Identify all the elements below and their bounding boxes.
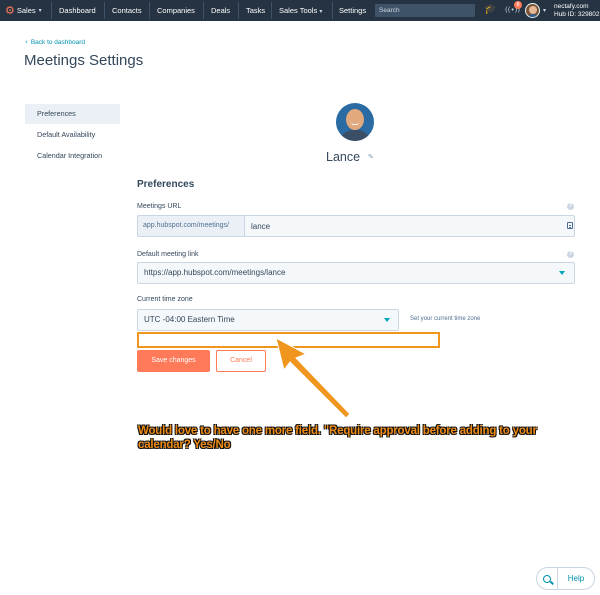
annotation-arrow-shape — [275, 337, 351, 419]
annotation-text: Would love to have one more field. "Requ… — [138, 425, 537, 451]
help-widget[interactable]: Help — [536, 567, 595, 590]
help-label[interactable]: Help — [558, 574, 594, 583]
annotation-arrow — [275, 337, 351, 419]
search-icon[interactable] — [537, 568, 558, 589]
